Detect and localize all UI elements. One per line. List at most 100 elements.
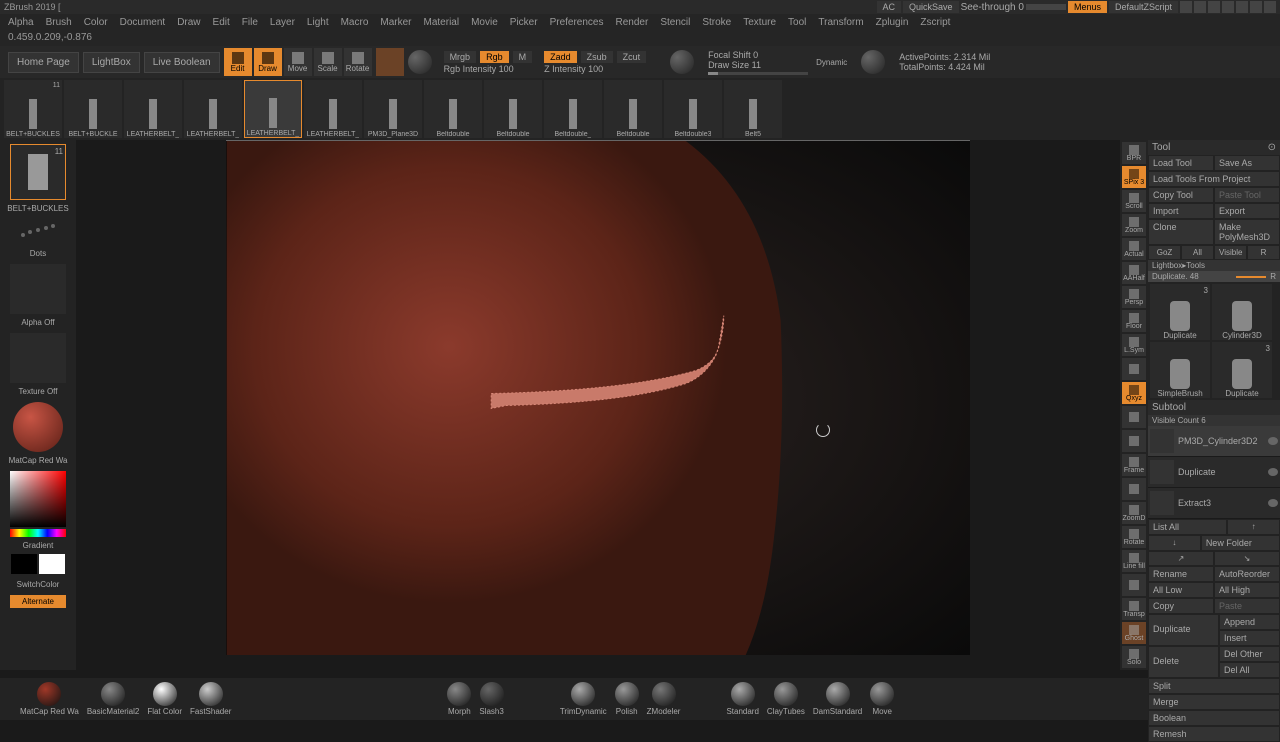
home-btn[interactable]: Home Page xyxy=(8,52,79,73)
thumbnail-item[interactable]: LEATHERBELT_ xyxy=(304,80,362,138)
arrow-icon[interactable]: ↘ xyxy=(1214,551,1280,566)
load-tool-btn[interactable]: Load Tool xyxy=(1148,155,1214,171)
shelf-rotate[interactable]: Rotate xyxy=(1122,526,1146,548)
menu-alpha[interactable]: Alpha xyxy=(4,17,38,28)
shelf-bpr[interactable]: BPR xyxy=(1122,142,1146,164)
close-icon[interactable] xyxy=(1264,1,1276,13)
trimdynamic[interactable]: TrimDynamic xyxy=(560,682,607,716)
import-btn[interactable]: Import xyxy=(1148,203,1214,219)
ac-btn[interactable]: AC xyxy=(877,1,902,13)
menu-light[interactable]: Light xyxy=(303,17,333,28)
make-polymesh3d-btn[interactable]: Make PolyMesh3D xyxy=(1214,219,1280,245)
menu-material[interactable]: Material xyxy=(420,17,464,28)
claytubes[interactable]: ClayTubes xyxy=(767,682,805,716)
menu-transform[interactable]: Transform xyxy=(814,17,867,28)
menu-zscript[interactable]: Zscript xyxy=(916,17,954,28)
shelf-btn18[interactable] xyxy=(1122,574,1146,596)
menu-stencil[interactable]: Stencil xyxy=(656,17,694,28)
brush-size-preview[interactable] xyxy=(670,50,694,74)
delete-btn[interactable]: Delete xyxy=(1148,646,1219,678)
shelf-ghost[interactable]: Ghost xyxy=(1122,622,1146,644)
r-btn[interactable]: R xyxy=(1247,245,1280,260)
rgb-btn[interactable]: Rgb xyxy=(480,51,509,63)
swatch-white[interactable] xyxy=(39,554,65,574)
liveboolean-btn[interactable]: Live Boolean xyxy=(144,52,220,73)
shelf-l.sym[interactable]: L.Sym xyxy=(1122,334,1146,356)
alternate-btn[interactable]: Alternate xyxy=(10,595,66,608)
dynamic-btn[interactable]: Dynamic xyxy=(816,58,847,67)
thumbnail-item[interactable]: Beltdouble xyxy=(604,80,662,138)
menu-tool[interactable]: Tool xyxy=(784,17,810,28)
viewport[interactable] xyxy=(76,140,1120,670)
move-mode[interactable]: Move xyxy=(284,48,312,76)
shelf-persp[interactable]: Persp xyxy=(1122,286,1146,308)
mrgb-btn[interactable]: Mrgb xyxy=(444,51,477,63)
brush-preview2[interactable] xyxy=(861,50,885,74)
zadd-btn[interactable]: Zadd xyxy=(544,51,577,63)
remesh-btn[interactable]: Remesh xyxy=(1148,726,1280,742)
subtool-header[interactable]: Subtool xyxy=(1148,400,1280,415)
clone-btn[interactable]: Clone xyxy=(1148,219,1214,245)
menu-edit[interactable]: Edit xyxy=(209,17,234,28)
morph[interactable]: Morph xyxy=(447,682,471,716)
split-btn[interactable]: Split xyxy=(1148,678,1280,694)
menu-render[interactable]: Render xyxy=(612,17,653,28)
thumbnail-item[interactable]: Belt5 xyxy=(724,80,782,138)
down-icon[interactable]: ↓ xyxy=(1148,535,1201,551)
polish[interactable]: Polish xyxy=(615,682,639,716)
quicksave-btn[interactable]: QuickSave xyxy=(903,1,959,13)
material-preview[interactable] xyxy=(13,402,63,452)
flat-color[interactable]: Flat Color xyxy=(147,682,182,716)
export-btn[interactable]: Export xyxy=(1214,203,1280,219)
scale-mode[interactable]: Scale xyxy=(314,48,342,76)
newfolder-btn[interactable]: New Folder xyxy=(1201,535,1280,551)
maximize-icon[interactable] xyxy=(1250,1,1262,13)
shelf-frame[interactable]: Frame xyxy=(1122,454,1146,476)
menu-brush[interactable]: Brush xyxy=(42,17,76,28)
tool-simplebrush[interactable]: SimpleBrush xyxy=(1150,342,1210,398)
rotate-mode[interactable]: Rotate xyxy=(344,48,372,76)
thumbnail-item[interactable]: Beltdouble3 xyxy=(664,80,722,138)
merge-btn[interactable]: Merge xyxy=(1148,694,1280,710)
lightbox-tools-btn[interactable]: Lightbox▸Tools xyxy=(1148,260,1280,271)
menu-zplugin[interactable]: Zplugin xyxy=(872,17,913,28)
lightbox-btn[interactable]: LightBox xyxy=(83,52,140,73)
visible-btn[interactable]: Visible xyxy=(1214,245,1247,260)
menu-file[interactable]: File xyxy=(238,17,262,28)
shelf-qxyz[interactable]: Qxyz xyxy=(1122,382,1146,404)
shelf-actual[interactable]: Actual xyxy=(1122,238,1146,260)
brush-thumbnail[interactable]: 11 xyxy=(10,144,66,200)
stroke-dots[interactable] xyxy=(10,215,66,245)
window-icon[interactable] xyxy=(1194,1,1206,13)
eye-icon[interactable] xyxy=(1268,468,1278,476)
listall-btn[interactable]: List All xyxy=(1148,519,1227,535)
autoreorder-btn[interactable]: AutoReorder xyxy=(1214,566,1280,582)
slash3[interactable]: Slash3 xyxy=(479,682,503,716)
shelf-zoom[interactable]: Zoom xyxy=(1122,214,1146,236)
delall-btn[interactable]: Del All xyxy=(1219,662,1280,678)
alpha-slot[interactable] xyxy=(10,264,66,314)
damstandard[interactable]: DamStandard xyxy=(813,682,862,716)
menu-layer[interactable]: Layer xyxy=(266,17,299,28)
thumbnail-item[interactable]: Beltdouble xyxy=(424,80,482,138)
thumbnail-item[interactable]: LEATHERBELT_ xyxy=(244,80,302,138)
menu-stroke[interactable]: Stroke xyxy=(698,17,735,28)
copy-tool-btn[interactable]: Copy Tool xyxy=(1148,187,1214,203)
all low-btn[interactable]: All Low xyxy=(1148,582,1214,598)
color-picker[interactable] xyxy=(10,471,66,527)
draw-size[interactable]: Draw Size 11 xyxy=(708,60,808,70)
menu-draw[interactable]: Draw xyxy=(173,17,204,28)
insert-btn[interactable]: Insert xyxy=(1219,630,1280,646)
menu-preferences[interactable]: Preferences xyxy=(546,17,608,28)
swatch-black[interactable] xyxy=(11,554,37,574)
defaultzscript-btn[interactable]: DefaultZScript xyxy=(1109,1,1178,13)
paste-btn[interactable]: Paste xyxy=(1214,598,1280,614)
r-btn[interactable]: R xyxy=(1270,272,1276,281)
z-intensity[interactable]: Z Intensity 100 xyxy=(544,64,646,74)
all high-btn[interactable]: All High xyxy=(1214,582,1280,598)
shelf-spix 3[interactable]: SPix 3 xyxy=(1122,166,1146,188)
minimize-icon[interactable] xyxy=(1236,1,1248,13)
arrow-icon[interactable]: ↗ xyxy=(1148,551,1214,566)
tool-header[interactable]: Tool⊙ xyxy=(1148,140,1280,155)
duplicate-btn[interactable]: Duplicate xyxy=(1148,614,1219,646)
